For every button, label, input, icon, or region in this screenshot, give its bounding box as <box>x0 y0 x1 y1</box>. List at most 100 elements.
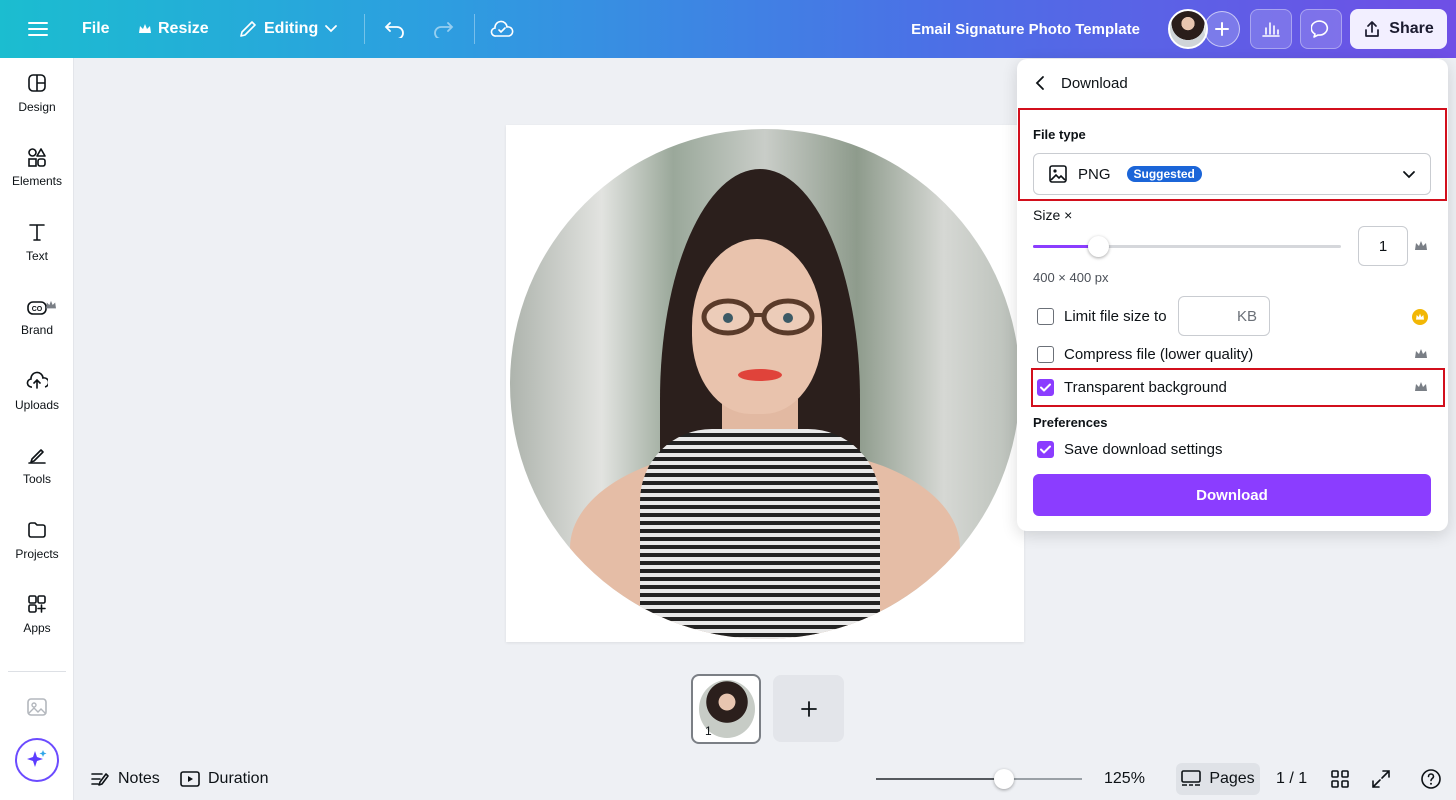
photo-striped-top <box>640 429 880 639</box>
chevron-down-icon <box>1403 171 1415 179</box>
user-avatar[interactable] <box>1168 9 1208 49</box>
premium-crown-icon <box>46 300 56 309</box>
zoom-slider[interactable] <box>876 769 1082 789</box>
image-icon[interactable] <box>26 696 48 718</box>
size-slider[interactable] <box>1033 236 1341 257</box>
cloud-save-button[interactable] <box>490 0 514 58</box>
divider <box>474 14 475 44</box>
sidebar-item-label: Tools <box>22 472 51 486</box>
sidebar-item-uploads[interactable]: Uploads <box>0 356 74 426</box>
zoom-slider-fill <box>876 778 1004 780</box>
premium-crown-icon <box>1415 349 1427 358</box>
file-menu[interactable]: File <box>82 0 110 58</box>
pages-button[interactable]: Pages <box>1176 763 1260 795</box>
share-icon <box>1365 21 1380 37</box>
save-settings-checkbox[interactable] <box>1037 440 1054 458</box>
page-thumbnail[interactable]: 1 <box>691 674 761 744</box>
text-icon <box>29 224 45 241</box>
panel-header: Download <box>1035 73 1128 93</box>
image-icon <box>1049 165 1067 183</box>
comments-button[interactable] <box>1300 9 1342 49</box>
pages-label: Pages <box>1209 770 1255 787</box>
portrait-photo[interactable] <box>510 129 1020 639</box>
sidebar-item-label: Uploads <box>14 398 60 412</box>
premium-crown-icon <box>1415 241 1427 250</box>
play-icon <box>180 771 200 787</box>
panel-title: Download <box>1061 74 1128 92</box>
document-title[interactable]: Email Signature Photo Template <box>911 0 1140 58</box>
redo-button[interactable] <box>432 0 454 58</box>
limit-file-size-checkbox[interactable] <box>1037 307 1054 325</box>
expand-icon <box>1372 770 1390 788</box>
editing-label: Editing <box>264 20 319 37</box>
preferences-label: Preferences <box>1033 415 1108 430</box>
undo-button[interactable] <box>384 0 406 58</box>
size-label: Size × <box>1033 207 1073 223</box>
folder-icon <box>28 522 46 538</box>
sidebar-item-label: Design <box>18 100 56 114</box>
limit-file-size-label: Limit file size to <box>1064 307 1167 325</box>
size-slider-handle[interactable] <box>1088 236 1109 257</box>
add-page-button[interactable] <box>773 675 844 742</box>
menu-button[interactable] <box>28 0 48 58</box>
back-chevron-icon[interactable] <box>1035 75 1045 91</box>
help-icon <box>1421 769 1441 789</box>
compress-file-checkbox[interactable] <box>1037 345 1054 363</box>
add-collaborator-button[interactable] <box>1204 11 1240 47</box>
zoom-slider-handle[interactable] <box>994 769 1014 789</box>
sidebar-item-label: Elements <box>11 174 63 188</box>
file-type-select[interactable]: PNG Suggested <box>1033 153 1431 195</box>
editing-dropdown[interactable]: Editing <box>238 0 338 58</box>
sidebar-item-tools[interactable]: Tools <box>0 430 74 500</box>
photo-glasses <box>701 298 815 336</box>
notes-button[interactable]: Notes <box>90 764 160 794</box>
duration-label: Duration <box>208 770 269 787</box>
fullscreen-button[interactable] <box>1371 764 1391 794</box>
help-button[interactable] <box>1420 764 1442 794</box>
design-canvas[interactable] <box>506 125 1024 642</box>
comment-icon <box>1311 20 1329 38</box>
file-size-input[interactable]: KB <box>1178 296 1270 336</box>
sidebar-item-brand[interactable]: CO Brand <box>0 281 74 351</box>
limit-file-size-row[interactable]: Limit file size to <box>1037 305 1167 327</box>
premium-badge-icon <box>1412 309 1428 325</box>
sidebar-item-design[interactable]: Design <box>0 58 74 128</box>
share-label: Share <box>1389 20 1434 37</box>
photo-lips <box>738 369 782 381</box>
share-button[interactable]: Share <box>1350 9 1447 49</box>
notes-icon <box>91 773 109 786</box>
magic-assistant-button[interactable] <box>15 738 59 782</box>
sidebar-item-label: Apps <box>23 621 51 635</box>
download-button[interactable]: Download <box>1033 474 1431 516</box>
notes-label: Notes <box>118 770 160 787</box>
file-type-label: File type <box>1033 127 1086 142</box>
sidebar-divider <box>8 671 66 672</box>
redo-icon <box>434 22 454 38</box>
size-input[interactable]: 1 <box>1358 226 1408 266</box>
undo-icon <box>384 22 404 38</box>
sidebar-item-label: Text <box>25 249 48 263</box>
transparent-background-checkbox[interactable] <box>1037 378 1054 396</box>
insights-button[interactable] <box>1250 9 1292 49</box>
transparent-background-row[interactable]: Transparent background <box>1037 376 1227 398</box>
page-number: 1 <box>705 724 712 738</box>
resize-button[interactable]: Resize <box>138 0 209 58</box>
grid-view-button[interactable] <box>1330 764 1350 794</box>
compress-file-row[interactable]: Compress file (lower quality) <box>1037 343 1253 365</box>
design-icon <box>28 74 46 92</box>
duration-button[interactable]: Duration <box>180 764 268 794</box>
sidebar-item-elements[interactable]: Elements <box>0 132 74 202</box>
hamburger-icon <box>28 22 48 36</box>
file-type-value: PNG <box>1078 165 1111 183</box>
elements-icon <box>28 148 46 167</box>
pencil-icon <box>240 21 256 37</box>
sidebar-item-label: Projects <box>15 547 59 561</box>
tools-icon <box>28 449 46 464</box>
zoom-level[interactable]: 125% <box>1104 764 1145 794</box>
sidebar-item-apps[interactable]: Apps <box>0 579 74 649</box>
cloud-check-icon <box>490 20 514 37</box>
suggested-badge: Suggested <box>1126 166 1202 182</box>
save-settings-row[interactable]: Save download settings <box>1037 438 1222 460</box>
sidebar-item-projects[interactable]: Projects <box>0 505 74 575</box>
sidebar-item-text[interactable]: Text <box>0 207 74 277</box>
